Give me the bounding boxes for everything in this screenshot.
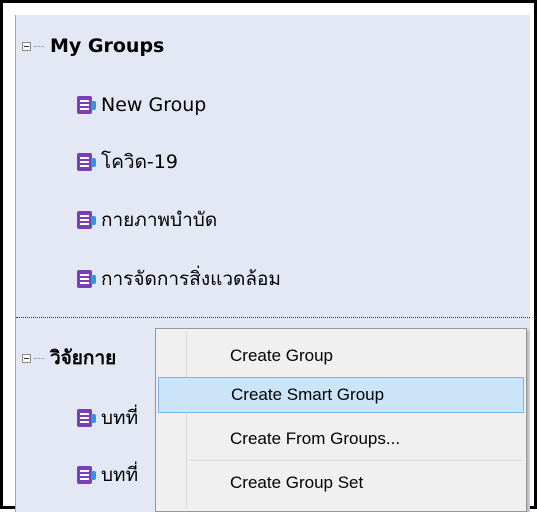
tree-item-label: กายภาพบำบัด (101, 209, 218, 231)
tree-item-label: โควิด-19 (101, 151, 178, 173)
group-header-label: My Groups (50, 35, 165, 57)
menu-item-create-smart-group[interactable]: Create Smart Group (158, 377, 524, 413)
group-doc-icon (77, 210, 97, 230)
menu-item-label: Create Smart Group (231, 385, 385, 404)
collapse-toggle-icon[interactable] (22, 353, 31, 363)
tree-item-new-group[interactable]: New Group (77, 85, 206, 125)
group-doc-icon (77, 269, 97, 289)
menu-item-label: Create Group Set (230, 473, 364, 492)
tree-group-my-groups[interactable]: My Groups (22, 26, 164, 66)
tree-item-label: New Group (101, 94, 207, 116)
group-header-label: วิจัยกาย (50, 347, 117, 369)
tree-item-physical-therapy[interactable]: กายภาพบำบัด (77, 200, 217, 240)
menu-item-label: Create From Groups... (230, 429, 401, 448)
tree-item-covid19[interactable]: โควิด-19 (77, 142, 178, 182)
tree-item-environment-management[interactable]: การจัดการสิ่งแวดล้อม (77, 259, 281, 299)
tree-item-chapter[interactable]: บทที่ (77, 455, 138, 495)
menu-item-label: Create Group (230, 346, 333, 365)
tree-connector (34, 45, 44, 47)
group-doc-icon (77, 465, 97, 485)
tree-item-label: บทที่ (101, 407, 139, 429)
tree-item-label: บทที่ (101, 464, 139, 486)
window-frame: My Groups New Group โควิด-19 กายภาพบำบัด (0, 0, 537, 512)
group-doc-icon (77, 152, 97, 172)
tree-connector (34, 357, 44, 359)
menu-separator (189, 460, 522, 461)
group-doc-icon (77, 408, 97, 428)
menu-item-create-group[interactable]: Create Group (158, 338, 524, 374)
menu-item-create-group-set[interactable]: Create Group Set (158, 465, 524, 501)
tree-group-research[interactable]: วิจัยกาย (22, 338, 116, 378)
group-separator (16, 317, 530, 318)
group-doc-icon (77, 95, 97, 115)
context-menu[interactable]: Create Group Create Smart Group Create F… (155, 328, 527, 512)
tree-item-label: การจัดการสิ่งแวดล้อม (101, 268, 281, 290)
tree-item-chapter[interactable]: บทที่ (77, 398, 138, 438)
menu-item-create-from-groups[interactable]: Create From Groups... (158, 421, 524, 457)
collapse-toggle-icon[interactable] (22, 41, 31, 51)
